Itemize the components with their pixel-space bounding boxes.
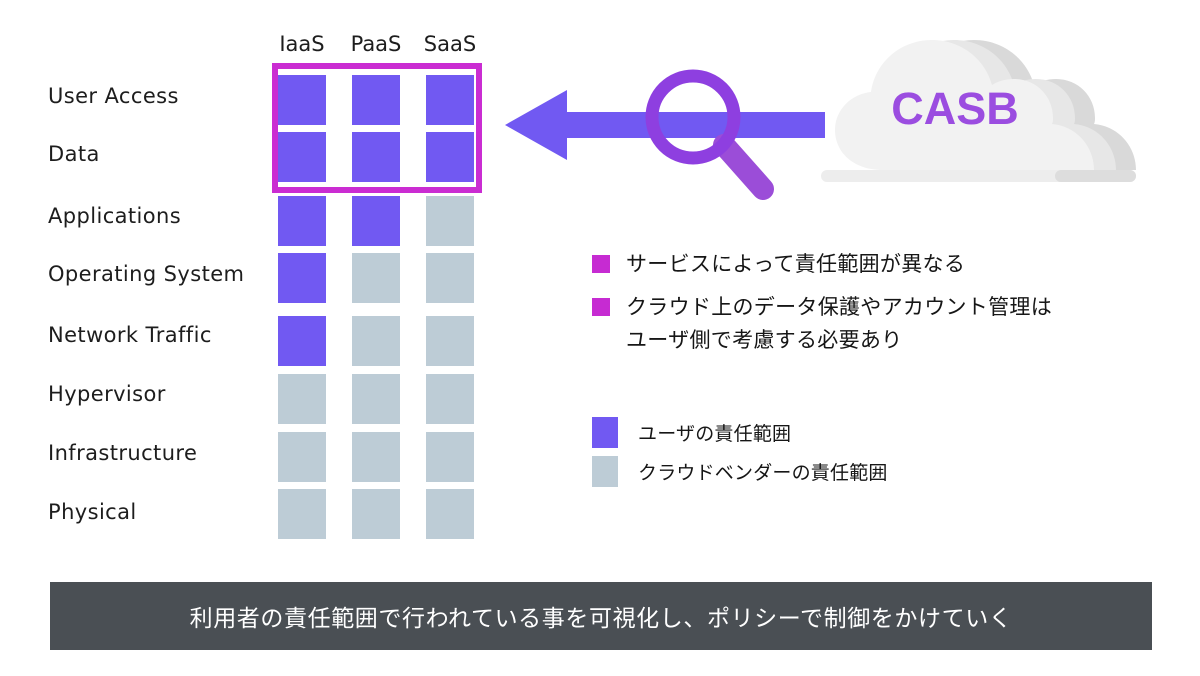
matrix-cell <box>426 374 474 424</box>
caption-text: 利用者の責任範囲で行われている事を可視化し、ポリシーで制御をかけていく <box>189 606 1013 632</box>
note-text: クラウド上のデータ保護やアカウント管理は ユーザ側で考慮する必要あり <box>626 295 1052 352</box>
color-key: ユーザの責任範囲クラウドベンダーの責任範囲 <box>592 413 1052 491</box>
matrix-cell <box>352 489 400 539</box>
matrix-cell <box>278 196 326 246</box>
cloud-label: CASB <box>891 83 1019 134</box>
matrix-cell <box>278 489 326 539</box>
row-label: User Access <box>48 84 179 108</box>
key-item: ユーザの責任範囲 <box>592 413 1052 452</box>
matrix-cell <box>426 432 474 482</box>
matrix-cell <box>426 489 474 539</box>
highlight-box <box>272 63 482 193</box>
row-label: Hypervisor <box>48 382 166 406</box>
matrix-cell <box>352 374 400 424</box>
matrix-cell <box>426 316 474 366</box>
matrix-cell <box>278 316 326 366</box>
key-label: ユーザの責任範囲 <box>638 423 792 445</box>
matrix-cell <box>278 432 326 482</box>
matrix-cell <box>278 253 326 303</box>
note-bullet-icon <box>592 298 610 316</box>
row-label: Infrastructure <box>48 441 198 465</box>
note-item: クラウド上のデータ保護やアカウント管理は ユーザ側で考慮する必要あり <box>592 291 1172 357</box>
row-label: Physical <box>48 500 137 524</box>
note-bullet-icon <box>592 255 610 273</box>
key-swatch-user <box>592 417 618 448</box>
matrix-cell <box>352 196 400 246</box>
column-header-saas: SaaS <box>423 32 477 56</box>
note-text: サービスによって責任範囲が異なる <box>626 252 966 276</box>
responsibility-matrix: IaaS PaaS SaaS User Access Data Applications… <box>0 0 520 560</box>
matrix-cell <box>278 374 326 424</box>
key-swatch-vendor <box>592 456 618 487</box>
matrix-cell <box>426 253 474 303</box>
column-header-iaas: IaaS <box>279 32 325 56</box>
row-label: Operating System <box>48 262 245 286</box>
key-label: クラウドベンダーの責任範囲 <box>638 462 888 484</box>
matrix-cell <box>426 196 474 246</box>
notes-list: サービスによって責任範囲が異なるクラウド上のデータ保護やアカウント管理は ユーザ側… <box>592 248 1172 367</box>
row-label: Data <box>48 142 100 166</box>
note-item: サービスによって責任範囲が異なる <box>592 248 1172 281</box>
key-item: クラウドベンダーの責任範囲 <box>592 452 1052 491</box>
caption-bar: 利用者の責任範囲で行われている事を可視化し、ポリシーで制御をかけていく <box>50 582 1152 650</box>
row-label: Applications <box>48 204 182 228</box>
column-header-paas: PaaS <box>350 32 402 56</box>
matrix-cell <box>352 432 400 482</box>
matrix-cell <box>352 316 400 366</box>
matrix-cell <box>352 253 400 303</box>
casb-flow-group: CASB <box>495 20 1200 210</box>
row-label: Network Traffic <box>48 323 212 347</box>
slide-canvas: IaaS PaaS SaaS User Access Data Applications… <box>0 0 1200 676</box>
